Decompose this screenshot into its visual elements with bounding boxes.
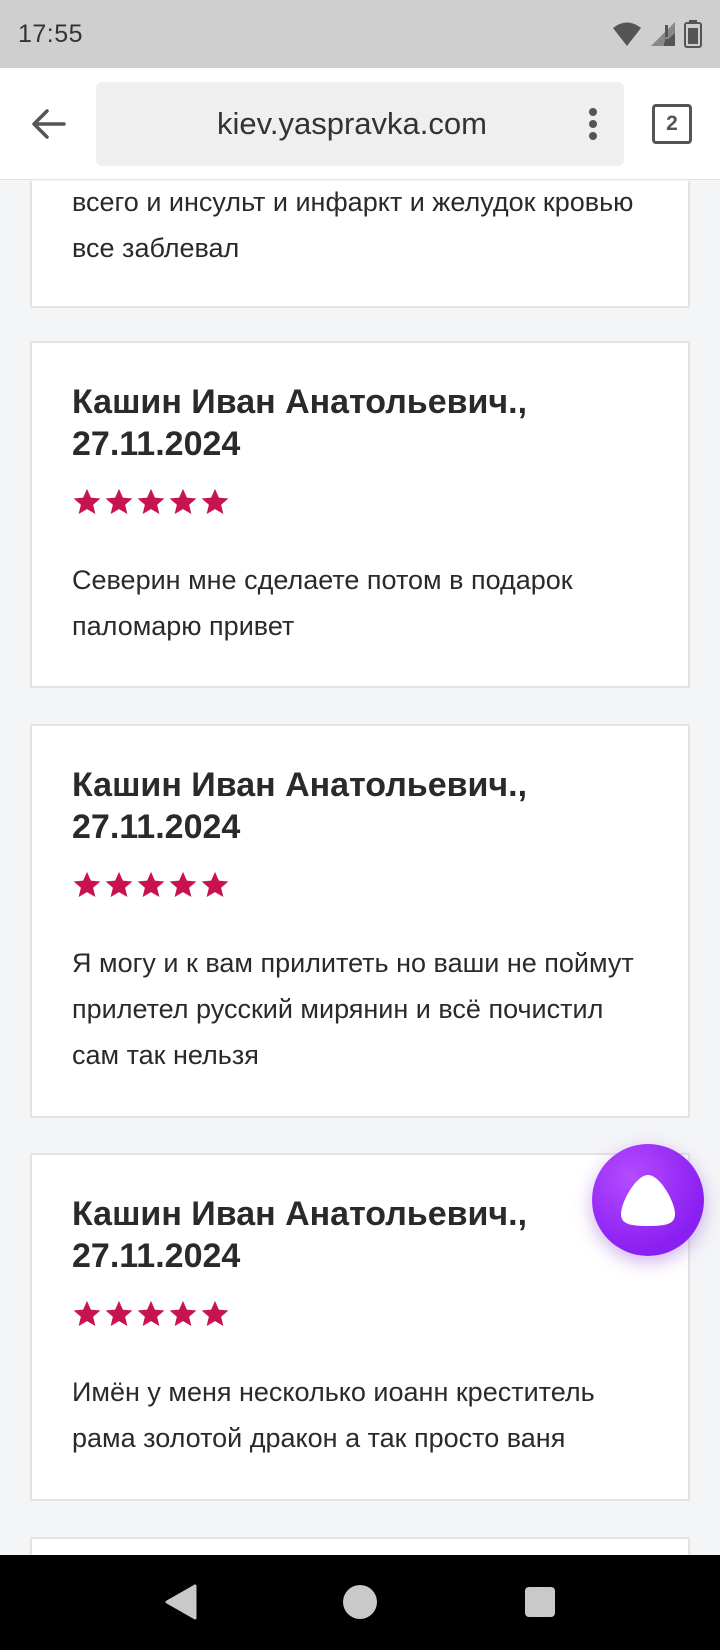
star-icon [73, 1300, 101, 1326]
star-icon [105, 871, 133, 897]
alice-assistant-button[interactable] [592, 1144, 704, 1256]
battery-icon [684, 20, 702, 48]
signal-icon [651, 22, 675, 46]
review-author-date: Кашин Иван Анатольевич., 27.11.2024 [72, 766, 528, 846]
review-author-date: Кашин Иван Анатольевич., 27.11.2024 [72, 383, 528, 463]
star-icon [137, 1300, 165, 1326]
star-icon [201, 488, 229, 514]
page-content: всего и инсульт и инфаркт и желудок кров… [0, 181, 720, 1555]
review-text: Я могу и к вам прилитеть но ваши не пойм… [72, 948, 634, 1070]
more-vert-icon[interactable] [578, 104, 608, 144]
star-icon [73, 871, 101, 897]
back-arrow-icon [32, 109, 66, 139]
review-text: Имён у меня несколько иоанн креститель р… [72, 1377, 595, 1453]
navigation-bar [0, 1555, 720, 1650]
star-icon [169, 488, 197, 514]
star-icon [201, 1300, 229, 1326]
star-icon [201, 871, 229, 897]
review-text: всего и инсульт и инфаркт и желудок кров… [72, 187, 634, 263]
address-bar[interactable]: kiev.yaspravka.com [96, 82, 624, 166]
star-icon [137, 488, 165, 514]
review-card: Кашин Иван Анатольевич., 27.11.2024 Севе… [30, 341, 690, 688]
browser-toolbar: kiev.yaspravka.com 2 [0, 68, 720, 180]
star-icon [137, 871, 165, 897]
review-text: Северин мне сделаете потом в подарок пал… [72, 565, 573, 641]
nav-back-button[interactable] [156, 1577, 206, 1627]
alice-assistant-icon [621, 1175, 675, 1226]
url-text: kiev.yaspravka.com [217, 106, 487, 141]
review-author-date: Кашин Иван Анатольевич., 27.11.2024 [72, 1195, 528, 1275]
nav-recents-button[interactable] [515, 1577, 565, 1627]
star-icon [105, 1300, 133, 1326]
review-card: Кашин Иван Анатольевич., 27.11.2024 Я мо… [30, 724, 690, 1118]
review-card: всего и инсульт и инфаркт и желудок кров… [30, 181, 690, 308]
rating-stars [72, 870, 230, 900]
nav-home-button[interactable] [335, 1577, 385, 1627]
review-card: Кашин Иван Анатольевич., 27.11.2024 Имён… [30, 1153, 690, 1501]
wifi-icon [613, 22, 641, 46]
star-icon [73, 488, 101, 514]
nav-home-icon [343, 1585, 377, 1619]
nav-recents-icon [525, 1587, 555, 1617]
nav-back-icon [165, 1584, 197, 1620]
tabs-button[interactable]: 2 [652, 104, 692, 144]
status-icons [612, 20, 702, 48]
back-button[interactable] [18, 94, 78, 154]
status-time: 17:55 [18, 19, 84, 48]
status-bar: 17:55 [0, 0, 720, 68]
star-icon [105, 488, 133, 514]
star-icon [169, 871, 197, 897]
rating-stars [72, 487, 230, 517]
tab-count: 2 [666, 112, 678, 135]
review-card [30, 1537, 690, 1555]
rating-stars [72, 1299, 230, 1329]
star-icon [169, 1300, 197, 1326]
